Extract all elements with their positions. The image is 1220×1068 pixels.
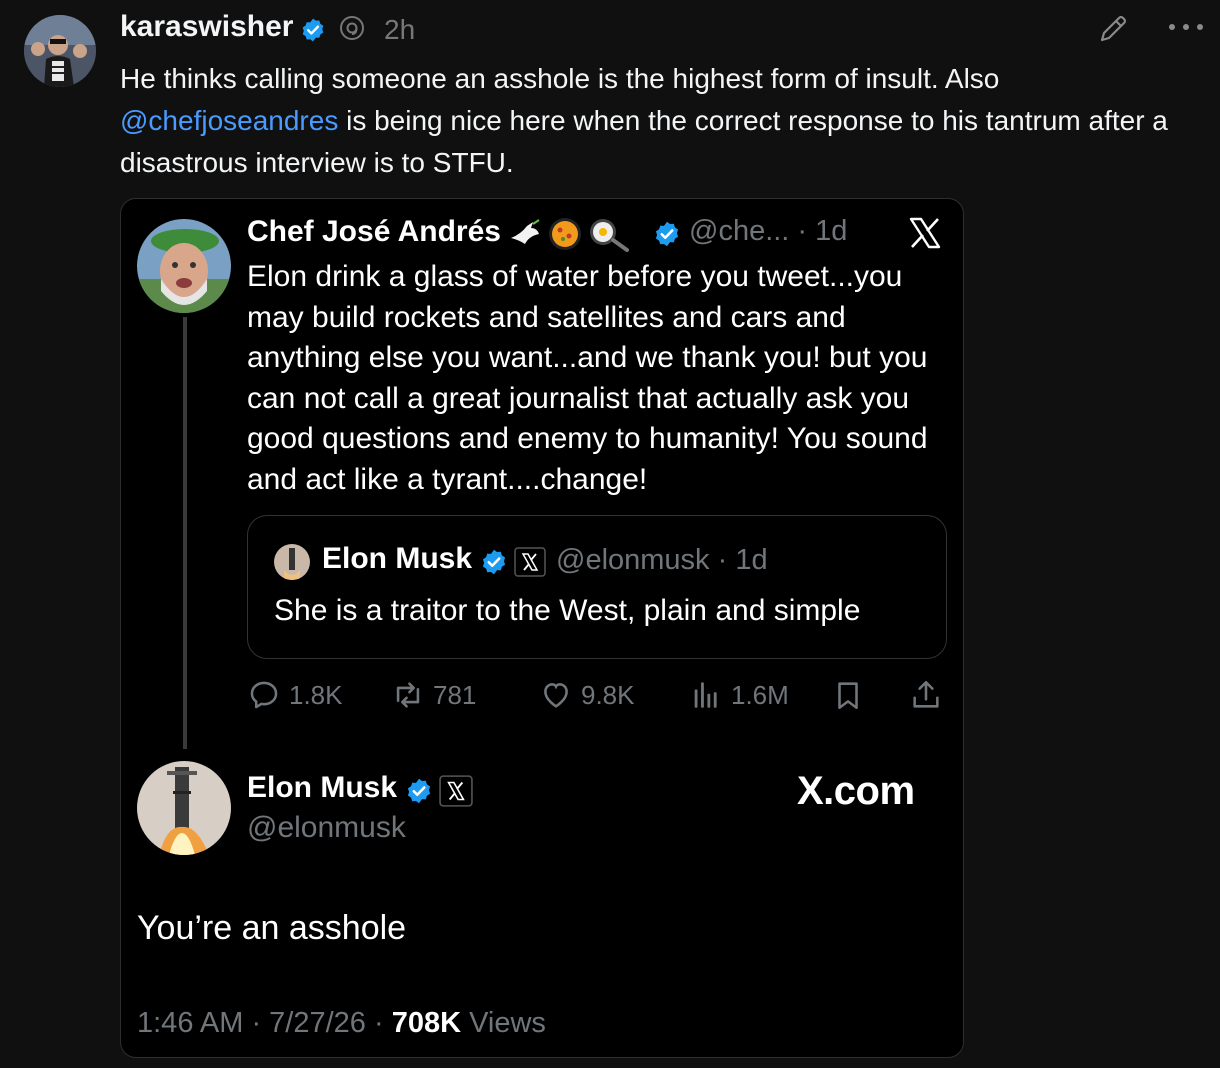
views-button[interactable]: 1.6M [689,673,789,717]
repost-button[interactable]: 781 [391,673,476,717]
jose-meta: @che... · 1d [689,215,848,247]
bookmark-icon [838,682,858,710]
avatar[interactable] [24,15,96,87]
repost-count: 781 [433,679,477,710]
reply-icon [250,681,278,709]
verified-badge-icon [302,18,324,42]
tweet-timestamp: 1:46 AM · 7/27/26 · [137,1007,392,1039]
jose-avatar [137,219,231,313]
post-time: 2h [384,14,416,45]
jose-tweet-text: Elon drink a glass of water before you t… [247,260,928,496]
frying-pan-emoji [590,219,629,252]
verified-badge-icon [655,221,679,247]
tweet-footer: 1:46 AM · 7/27/26 · 708K Views [137,1007,546,1040]
embedded-screenshot[interactable]: Chef José Andrés @che... · 1d Elon drink… [120,198,964,1058]
bookmark-button[interactable] [831,673,865,717]
mention-link[interactable]: @chefjoseandres [120,105,338,136]
elon-avatar [137,761,231,855]
thread-line [183,317,187,749]
x-affiliate-badge-icon [514,547,546,577]
reply-button[interactable]: 1.8K [247,673,343,717]
paella-emoji [549,218,581,250]
like-button[interactable]: 9.8K [539,673,635,717]
share-icon [913,680,939,708]
tweet-views-label: Views [461,1007,546,1039]
verified-badge-icon [407,778,431,804]
action-bar: 1.8K 781 9.8K 1.6M [247,673,947,717]
jose-emojis [507,215,629,253]
elon-reply-text: You’re an asshole [137,909,407,947]
quote-name: Elon Musk [322,542,473,575]
edit-icon[interactable] [1096,12,1130,46]
post-text-part1: He thinks calling someone an asshole is … [120,63,1000,94]
elon-name: Elon Musk [247,771,398,804]
verified-badge-icon [482,549,506,575]
more-icon[interactable] [1166,20,1206,34]
dove-emoji [511,219,540,244]
threads-icon [340,16,364,40]
tweet-views-count: 708K [391,1007,462,1039]
reply-count: 1.8K [289,679,343,710]
views-icon [694,682,717,708]
post-text: He thinks calling someone an asshole is … [120,58,1200,184]
x-affiliate-badge-icon [439,775,473,807]
xcom-watermark: X.com [797,769,915,813]
views-count: 1.6M [731,679,789,710]
x-logo-icon[interactable] [907,215,943,251]
quoted-tweet[interactable]: Elon Musk @elonmusk · 1d She is a traito… [247,515,947,659]
quote-text: She is a traitor to the West, plain and … [274,594,861,627]
share-button[interactable] [909,673,943,717]
elon-avatar-small [274,544,310,580]
elon-handle: @elonmusk [247,811,406,844]
jose-name: Chef José Andrés [247,215,501,248]
username[interactable]: karaswisher [120,10,293,44]
heart-icon [544,683,568,708]
repost-icon [396,682,420,708]
quote-meta: @elonmusk · 1d [556,544,768,576]
like-count: 9.8K [581,679,635,710]
